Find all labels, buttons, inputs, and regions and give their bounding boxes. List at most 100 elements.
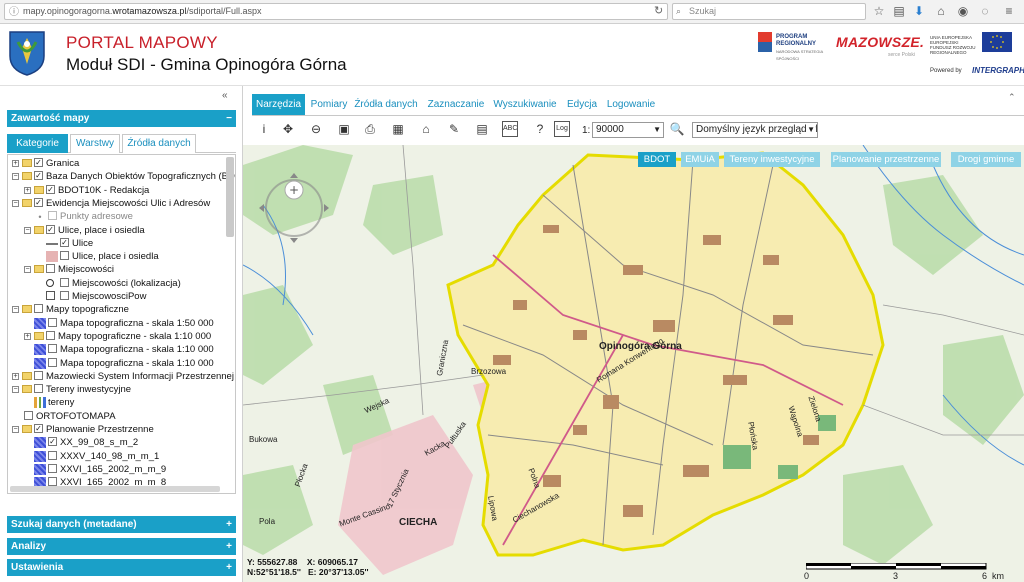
zoom-to-scale-icon[interactable]: 🔍 [669,121,685,137]
tab-zaznaczanie[interactable]: Zaznaczanie [423,94,489,115]
tab-logowanie[interactable]: Logowanie [604,94,658,115]
collapse-icon[interactable]: − [12,173,19,181]
tab-edycja[interactable]: Edycja [562,94,602,115]
layer-checkbox[interactable] [24,410,33,420]
collapse-icon[interactable]: − [24,226,31,234]
address-bar[interactable]: ⓘ mapy.opinogoragorna.wrotamazowsza.pl/s… [4,3,668,20]
pen-icon[interactable]: ✎ [446,121,462,137]
map-canvas[interactable]: BDOT EMUiA Tereny inwestycyjne Planowani… [243,145,1024,582]
collapse-icon[interactable]: − [226,110,232,127]
section-ustawienia[interactable]: Ustawienia + [7,559,236,576]
layer-checkbox[interactable] [34,384,43,394]
tab-warstwy[interactable]: Warstwy [70,134,120,153]
chevron-down-icon[interactable]: ▼ [807,123,815,137]
tab-pomiary[interactable]: Pomiary [307,94,351,115]
tab-kategorie[interactable]: Kategorie [7,134,68,153]
tree-scrollbar[interactable] [226,157,234,237]
layer-checkbox[interactable]: ✓ [60,237,69,247]
scale-combobox[interactable]: 90000 ▼ [592,122,664,138]
layer-checkbox[interactable] [48,211,57,221]
tab-zrodla-danych-main[interactable]: Źródła danych [353,94,419,115]
collapse-icon[interactable]: − [12,386,19,394]
layer-checkbox[interactable]: ✓ [46,184,55,194]
print-icon[interactable]: ⎙ [362,121,378,137]
layer-checkbox[interactable] [34,304,43,314]
expand-icon[interactable]: + [226,516,232,533]
tab-wyszukiwanie[interactable]: Wyszukiwanie [492,94,558,115]
pocket-icon[interactable]: ◌ [978,4,992,18]
tab-narzedzia[interactable]: Narzędzia [252,94,305,115]
layer-label: Tereny inwestycyjne [46,384,132,396]
layer-checkbox[interactable]: ✓ [34,158,43,167]
expand-icon[interactable]: + [226,559,232,576]
download-icon[interactable]: ⬇ [912,4,926,18]
layer-btn-drogi-gminne[interactable]: Drogi gminne [951,152,1021,167]
layer-btn-planowanie-przestrzenne[interactable]: Planowanie przestrzenne [831,152,941,167]
expand-icon[interactable]: + [12,372,19,380]
layer-label: Punkty adresowe [60,211,133,223]
map-pan-zoom-control[interactable]: + [259,173,329,243]
abc-icon[interactable]: ABC [502,121,518,137]
expand-icon[interactable]: + [24,186,31,194]
layer-label: Baza Danych Obiektów Topograficznych (BD… [46,171,236,183]
expand-icon[interactable]: + [226,538,232,555]
layer-checkbox[interactable] [60,291,69,300]
home-icon[interactable]: ⌂ [934,4,948,18]
mazowsze-logo: MAZOWSZE. [836,34,925,50]
collapse-icon[interactable]: − [24,266,31,274]
tab-zrodla-danych[interactable]: Źródła danych [122,134,196,153]
layer-checkbox[interactable]: ✓ [34,171,43,181]
collapse-panel-icon[interactable]: « [222,90,228,101]
layer-checkbox[interactable]: ✓ [48,437,57,447]
chat-icon[interactable]: ◉ [956,4,970,18]
chevron-down-icon[interactable]: ▼ [653,123,661,137]
star-icon[interactable]: ☆ [872,4,886,18]
layer-btn-tereny-inwestycyjne[interactable]: Tereny inwestycyjne [724,152,820,167]
language-select[interactable]: Domyślny język przeglądarki ▼ [692,122,818,138]
table-icon[interactable]: ▦ [390,121,406,137]
section-analizy[interactable]: Analizy + [7,538,236,555]
help-icon[interactable]: ? [532,121,548,137]
layer-btn-bdot[interactable]: BDOT [638,152,676,167]
reading-list-icon[interactable]: ▤ [892,4,906,18]
info-icon[interactable]: ⓘ [9,5,19,19]
layer-btn-emuia[interactable]: EMUiA [681,152,719,167]
expand-icon[interactable]: + [24,332,31,340]
browser-search-input[interactable]: ⌕ Szukaj [672,3,866,20]
layer-checkbox[interactable] [60,251,69,261]
layer-checkbox[interactable] [46,264,55,274]
legend-icon [46,251,58,263]
layer-checkbox[interactable] [34,370,43,380]
menu-icon[interactable]: ≡ [1002,4,1016,18]
layer-checkbox[interactable] [48,357,57,367]
zoom-icon[interactable]: ⊖ [308,121,324,137]
collapse-icon[interactable]: − [12,199,19,207]
layer-checkbox[interactable] [48,463,57,473]
layer-checkbox[interactable] [48,317,57,327]
layer-checkbox[interactable]: ✓ [34,197,43,207]
layer-checkbox[interactable] [48,344,57,354]
log-icon[interactable]: Log [554,121,570,137]
tree-horizontal-scrollbar[interactable] [10,486,220,492]
home-icon[interactable]: ⌂ [418,121,434,137]
layer-checkbox[interactable]: ✓ [46,224,55,234]
layer-checkbox[interactable] [60,277,69,287]
map-contents-header[interactable]: Zawartość mapy − [7,110,236,127]
layer-label: Miejscowości (lokalizacja) [72,277,181,289]
layer-checkbox[interactable] [48,450,57,460]
layer-checkbox[interactable] [46,330,55,340]
pan-icon[interactable]: ✥ [280,121,296,137]
reload-icon[interactable]: ↻ [654,4,663,17]
collapse-icon[interactable]: − [12,426,19,433]
save-icon[interactable]: ▣ [336,121,352,137]
info-icon[interactable]: i [256,121,272,137]
layer-checkbox[interactable] [48,477,57,487]
folder-icon [34,185,44,194]
collapse-icon[interactable]: − [12,306,19,314]
layer-checkbox[interactable]: ✓ [34,424,43,433]
collapse-toolbar-icon[interactable]: ⌃ [1008,92,1016,103]
folder-icon [22,371,32,380]
layers-icon[interactable]: ▤ [474,121,490,137]
expand-icon[interactable]: + [12,160,19,167]
section-search-metadata[interactable]: Szukaj danych (metadane) + [7,516,236,533]
